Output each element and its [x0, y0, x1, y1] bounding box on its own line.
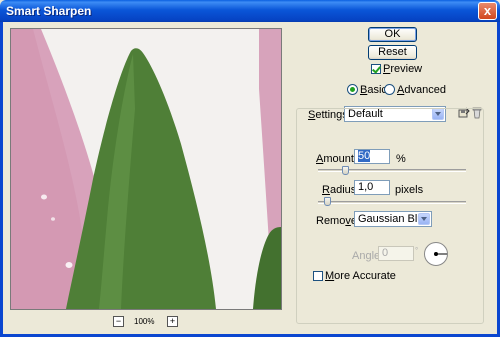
- radius-input[interactable]: 1,0: [354, 180, 390, 195]
- amount-label: Amount:: [316, 153, 357, 165]
- amount-slider-handle[interactable]: [341, 166, 349, 175]
- title-bar: Smart Sharpen x: [0, 0, 500, 22]
- basic-radio[interactable]: [347, 84, 358, 95]
- preview-image[interactable]: [10, 28, 282, 310]
- close-button[interactable]: x: [478, 2, 497, 20]
- remove-select[interactable]: Gaussian Blur: [354, 211, 432, 227]
- preview-label: Preview: [383, 63, 423, 75]
- amount-input[interactable]: 50: [354, 149, 390, 164]
- preview-checkbox[interactable]: [371, 64, 381, 74]
- radius-unit: pixels: [395, 184, 424, 196]
- zoom-in-button[interactable]: +: [167, 316, 178, 327]
- more-accurate-checkbox[interactable]: [313, 271, 323, 281]
- tulip-photo: [11, 29, 281, 309]
- advanced-radio[interactable]: [384, 84, 395, 95]
- zoom-out-button[interactable]: −: [113, 316, 124, 327]
- angle-input: 0: [378, 246, 414, 261]
- ok-button[interactable]: OK: [368, 27, 417, 42]
- zoom-controls: − 100% +: [113, 316, 179, 328]
- basic-label: Basic: [360, 84, 387, 96]
- amount-slider[interactable]: [318, 169, 466, 172]
- chevron-down-icon: [418, 213, 430, 225]
- zoom-level: 100%: [134, 317, 155, 326]
- angle-dial-icon: [424, 242, 448, 266]
- more-accurate-label: More Accurate: [325, 270, 396, 282]
- window-title: Smart Sharpen: [6, 4, 92, 18]
- reset-button[interactable]: Reset: [368, 45, 417, 60]
- advanced-label: Advanced: [397, 84, 446, 96]
- degree-symbol: °: [415, 246, 419, 255]
- amount-unit: %: [396, 153, 406, 165]
- radius-slider[interactable]: [318, 201, 466, 204]
- radius-slider-handle[interactable]: [323, 197, 331, 206]
